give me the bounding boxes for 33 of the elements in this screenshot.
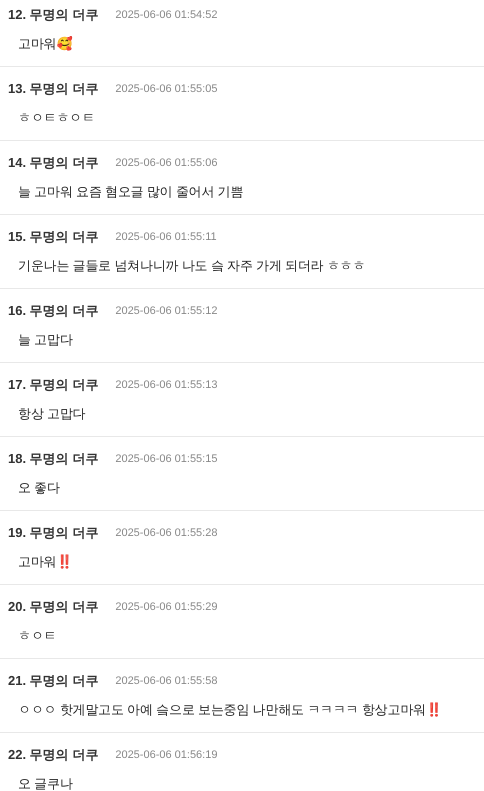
comment-author: 17. 무명의 더쿠 [8, 376, 98, 394]
comment-time: 2025-06-06 01:55:11 [115, 231, 217, 243]
comment-time: 2025-06-06 01:56:19 [115, 749, 218, 761]
comment-text: 오 좋다 [17, 479, 61, 497]
comment-time: 2025-06-06 01:55:28 [115, 527, 218, 539]
comment-author: 19. 무명의 더쿠 [8, 524, 98, 542]
comment-author: 22. 무명의 더쿠 [8, 746, 98, 764]
comment-time: 2025-06-06 01:55:29 [115, 601, 218, 613]
comment-author: 16. 무명의 더쿠 [8, 302, 98, 320]
comment-author: 20. 무명의 더쿠 [8, 598, 98, 616]
comment-time: 2025-06-06 01:55:58 [115, 675, 218, 687]
comment-author: 14. 무명의 더쿠 [8, 154, 98, 172]
comment-text: 늘 고맙다 [17, 331, 74, 349]
comment-author: 15. 무명의 더쿠 [8, 228, 98, 246]
comment-text: 오 글쿠나 [17, 775, 74, 791]
comment-time: 2025-06-06 01:55:05 [115, 83, 218, 95]
comment-text: 고마워🥰 [17, 35, 74, 53]
comment-time: 2025-06-06 01:55:13 [115, 379, 218, 391]
comment-text: 기운나는 글들로 넘쳐나니까 나도 슼 자주 가게 되더라 ㅎㅎㅎ [17, 257, 366, 275]
comment-time: 2025-06-06 01:54:52 [115, 9, 218, 21]
comment-author: 21. 무명의 더쿠 [8, 672, 98, 690]
comment-author: 13. 무명의 더쿠 [8, 80, 98, 98]
comment-text: 항상 고맙다 [17, 405, 86, 423]
comment-text: ㅎㅇㅌㅎㅇㅌ [17, 109, 96, 127]
comment-author: 12. 무명의 더쿠 [8, 6, 98, 24]
comment-time: 2025-06-06 01:55:12 [115, 305, 218, 317]
comment-time: 2025-06-06 01:55:15 [115, 453, 218, 465]
comment-text: ㅇㅇㅇ 핫게말고도 아예 슼으로 보는중임 나만해도 ㅋㅋㅋㅋ 항상고마워‼ [17, 701, 443, 719]
comment-time: 2025-06-06 01:55:06 [115, 157, 218, 169]
comment-text: 고마워‼ [17, 553, 74, 571]
comment-author: 18. 무명의 더쿠 [8, 450, 98, 468]
comment-text: 늘 고마워 요즘 혐오글 많이 줄어서 기쁨 [17, 183, 244, 201]
comment-text: ㅎㅇㅌ [17, 627, 58, 645]
